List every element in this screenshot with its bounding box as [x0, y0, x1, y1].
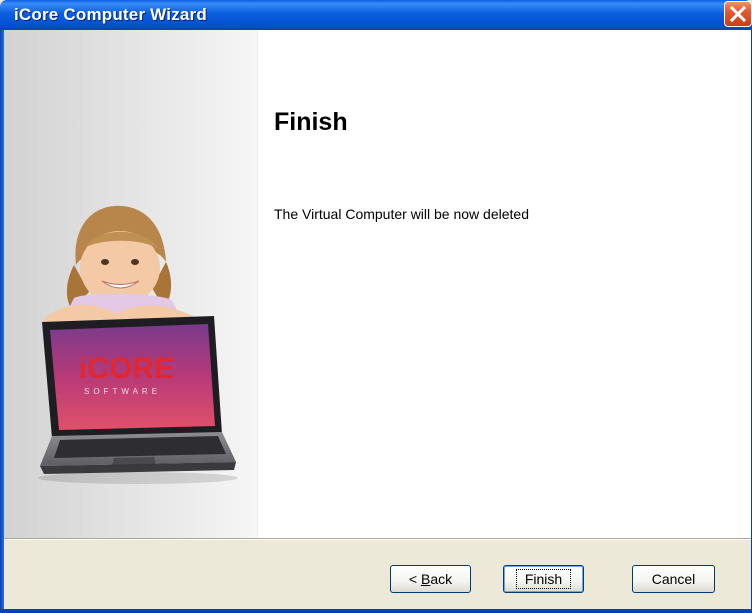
- title-bar[interactable]: iCore Computer Wizard: [0, 0, 752, 30]
- close-button[interactable]: [724, 1, 752, 27]
- girl-with-laptop-illustration: iCORE SOFTWARE: [38, 205, 238, 484]
- side-illustration-panel: iCORE SOFTWARE: [4, 30, 258, 538]
- finish-button[interactable]: Finish: [503, 565, 584, 593]
- window-frame-bottom: [0, 609, 752, 613]
- button-area-separator-highlight: [4, 539, 751, 540]
- wizard-content: iCORE SOFTWARE Finish The Virtual Comput…: [4, 30, 751, 538]
- cancel-button[interactable]: Cancel: [632, 565, 715, 593]
- window-title: iCore Computer Wizard: [14, 5, 207, 24]
- icore-logo-text: iCORE: [79, 352, 174, 385]
- back-button-accelerator: B: [420, 571, 431, 587]
- back-button-prefix: <: [408, 571, 421, 587]
- back-button[interactable]: < Back: [390, 565, 471, 593]
- finish-button-label: Finish: [515, 569, 572, 589]
- page-message: The Virtual Computer will be now deleted: [274, 206, 529, 222]
- software-logo-text: SOFTWARE: [84, 387, 161, 396]
- close-icon: [729, 5, 747, 23]
- page-title: Finish: [274, 108, 348, 136]
- back-button-label: ack: [430, 571, 453, 587]
- cancel-button-label: Cancel: [651, 571, 696, 587]
